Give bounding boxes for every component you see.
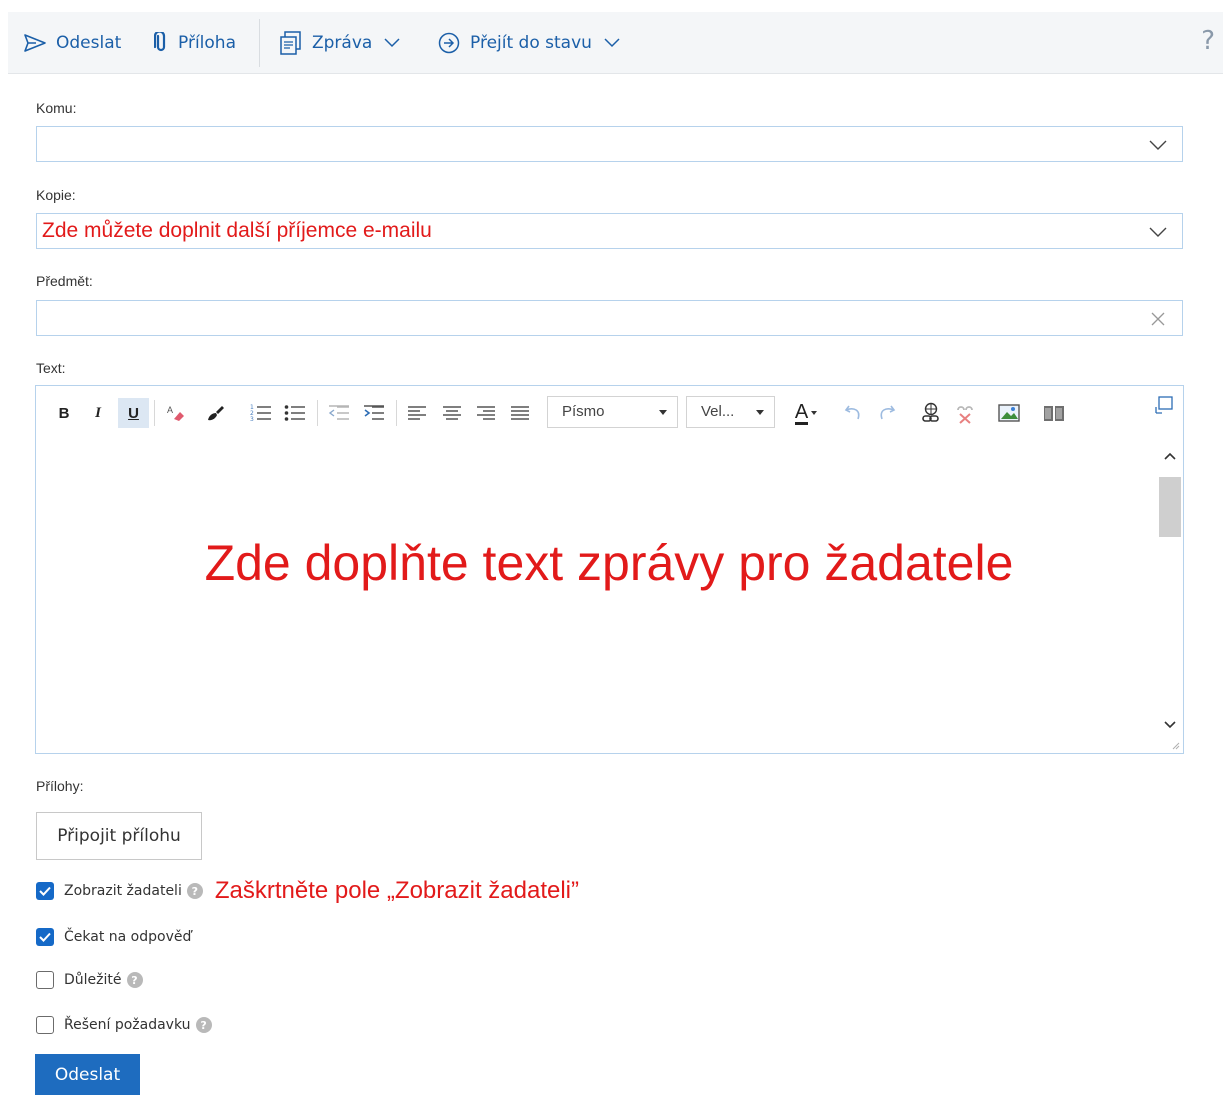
- remove-format-icon[interactable]: A: [163, 398, 189, 428]
- font-size-select[interactable]: Vel...: [686, 396, 775, 428]
- rich-text-editor: B I U A 123 Písmo Vel... A Zde doplňte t…: [35, 385, 1184, 754]
- scroll-down-icon[interactable]: [1164, 721, 1176, 729]
- redo-icon[interactable]: [874, 398, 898, 428]
- insert-image-icon[interactable]: [996, 398, 1022, 428]
- important-label: Důležité: [64, 972, 122, 988]
- command-bar: Odeslat Příloha Zpráva Přejít do stavu ?: [8, 12, 1223, 74]
- undo-icon[interactable]: [842, 398, 866, 428]
- to-field[interactable]: [36, 126, 1183, 162]
- clear-icon[interactable]: [1148, 310, 1168, 328]
- font-family-select[interactable]: Písmo: [547, 396, 678, 428]
- message-menu-label: Zpráva: [312, 33, 373, 53]
- chevron-down-icon[interactable]: [1148, 136, 1168, 154]
- toolbar-divider: [317, 400, 318, 426]
- indent-icon[interactable]: [361, 398, 387, 428]
- align-right-icon[interactable]: [473, 398, 499, 428]
- cc-value: Zde můžete doplnit další příjemce e-mail…: [42, 219, 432, 242]
- wait-for-reply-label: Čekat na odpověď: [64, 929, 192, 945]
- goto-state-menu[interactable]: Přejít do stavu: [438, 12, 620, 74]
- editor-scrollbar[interactable]: [1158, 442, 1182, 739]
- attachment-command[interactable]: Příloha: [154, 12, 236, 74]
- unlink-icon[interactable]: [952, 398, 978, 428]
- align-center-icon[interactable]: [439, 398, 465, 428]
- submit-button[interactable]: Odeslat: [35, 1054, 140, 1095]
- toolbar-divider: [396, 400, 397, 426]
- chevron-down-icon: [384, 38, 400, 48]
- paperclip-icon: [154, 32, 168, 54]
- text-label: Text:: [36, 360, 66, 376]
- goto-state-menu-label: Přejít do stavu: [470, 33, 592, 53]
- svg-text:3: 3: [250, 416, 254, 423]
- scrollbar-thumb[interactable]: [1159, 477, 1181, 537]
- resolution-checkbox[interactable]: [36, 1016, 54, 1034]
- message-template-icon: [280, 31, 302, 55]
- font-family-select-value: Písmo: [562, 403, 605, 420]
- to-label: Komu:: [36, 100, 77, 116]
- font-size-select-value: Vel...: [701, 403, 735, 420]
- chevron-down-icon: [604, 38, 620, 48]
- maximize-icon[interactable]: [1151, 390, 1177, 420]
- message-menu[interactable]: Zpráva: [280, 12, 400, 74]
- scroll-up-icon[interactable]: [1164, 452, 1176, 460]
- resolution-label: Řešení požadavku: [64, 1017, 191, 1033]
- caret-down-icon: [659, 410, 667, 415]
- underline-button[interactable]: U: [118, 398, 149, 428]
- numbered-list-icon[interactable]: 123: [248, 398, 274, 428]
- caret-down-icon: [811, 411, 818, 415]
- subject-field[interactable]: [36, 300, 1183, 336]
- font-color-button[interactable]: A: [788, 398, 824, 428]
- caret-down-icon: [756, 410, 764, 415]
- outdent-icon[interactable]: [326, 398, 352, 428]
- arrow-circle-icon: [438, 32, 460, 54]
- italic-button[interactable]: I: [87, 398, 109, 428]
- help-icon[interactable]: ?: [126, 972, 143, 988]
- send-command-label: Odeslat: [56, 33, 122, 53]
- subject-label: Předmět:: [36, 273, 93, 289]
- resize-grip-icon[interactable]: [1172, 742, 1180, 750]
- important-checkbox[interactable]: [36, 971, 54, 989]
- attach-file-button[interactable]: Připojit přílohu: [36, 812, 202, 860]
- important-option[interactable]: Důležité ?: [36, 970, 143, 990]
- attachments-label: Přílohy:: [36, 778, 84, 794]
- send-command[interactable]: Odeslat: [24, 12, 121, 74]
- wait-for-reply-option[interactable]: Čekat na odpověď: [36, 927, 191, 947]
- book-icon[interactable]: [1041, 398, 1067, 428]
- checkmark-icon: [39, 932, 51, 942]
- send-icon: [24, 34, 46, 52]
- format-painter-icon[interactable]: [202, 398, 228, 428]
- checkmark-icon: [39, 886, 51, 896]
- resolution-option[interactable]: Řešení požadavku ?: [36, 1015, 212, 1035]
- align-justify-icon[interactable]: [507, 398, 533, 428]
- show-to-requester-checkbox[interactable]: [36, 882, 54, 900]
- bold-button[interactable]: B: [53, 398, 75, 428]
- help-icon[interactable]: ?: [1201, 26, 1215, 56]
- chevron-down-icon[interactable]: [1148, 223, 1168, 241]
- instruction-annotation: Zaškrtněte pole „Zobrazit žadateli”: [214, 877, 580, 904]
- editor-content-area[interactable]: [37, 439, 1157, 752]
- cc-label: Kopie:: [36, 187, 76, 203]
- link-icon[interactable]: [918, 398, 944, 428]
- align-left-icon[interactable]: [404, 398, 430, 428]
- toolbar-divider: [154, 400, 155, 426]
- wait-for-reply-checkbox[interactable]: [36, 928, 54, 946]
- show-to-requester-option[interactable]: Zobrazit žadateli ? Zaškrtněte pole „Zob…: [36, 877, 579, 904]
- help-icon[interactable]: ?: [186, 883, 203, 899]
- show-to-requester-label: Zobrazit žadateli: [64, 883, 182, 899]
- help-icon[interactable]: ?: [195, 1017, 212, 1033]
- attachment-command-label: Příloha: [178, 33, 236, 53]
- cc-field[interactable]: Zde můžete doplnit další příjemce e-mail…: [36, 213, 1183, 249]
- svg-text:A: A: [167, 405, 173, 415]
- font-color-label: A: [794, 400, 809, 425]
- bullet-list-icon[interactable]: [282, 398, 308, 428]
- toolbar-divider: [259, 19, 260, 67]
- editor-content[interactable]: Zde doplňte text zprávy pro žadatele: [36, 538, 1182, 588]
